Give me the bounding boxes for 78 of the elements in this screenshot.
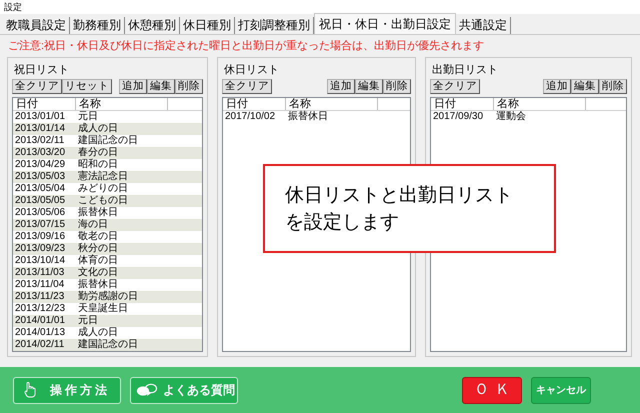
- toolbar-button[interactable]: 全クリア: [430, 79, 480, 94]
- column-header[interactable]: 名称: [494, 98, 586, 110]
- table-cell-text: 昭和の日: [77, 159, 119, 170]
- panel-title: 休日リスト: [223, 63, 280, 78]
- column-header[interactable]: 日付: [223, 98, 286, 110]
- callout-text: 休日リストと出勤日リスト を設定します: [285, 184, 514, 234]
- table-cell-text: 2013/11/23: [14, 291, 66, 303]
- table-cell-text: 振替休日: [287, 111, 329, 123]
- table-cell-text: 2013/12/23: [14, 303, 66, 315]
- table-cell-text: 2014/02/11: [14, 339, 66, 351]
- table-cell-text: 建国記念の日: [77, 339, 139, 351]
- table-cell-text: 海の日: [77, 219, 109, 230]
- table-cell-text: 元日: [77, 111, 99, 122]
- table-cell-text: 体育の日: [77, 255, 119, 266]
- table-cell-text: 振替休日: [77, 279, 119, 290]
- table-cell-text: 2013/01/01: [14, 111, 66, 123]
- notice-text: ご注意:祝日・休日及び休日に指定された曜日と出勤日が重なった場合は、出勤日が優先されます: [7, 38, 486, 54]
- table-cell-text: 2013/11/04: [14, 279, 66, 291]
- table-cell-text: 天皇誕生日: [77, 303, 129, 315]
- tab[interactable]: 祝日・休日・出勤日設定: [314, 13, 456, 34]
- table-cell-text: 建国記念の日: [77, 135, 139, 147]
- table-cell-text: 2013/02/11: [14, 135, 66, 147]
- toolbar-button[interactable]: 編集: [355, 79, 383, 94]
- table-cell-text: 文化の日: [77, 267, 119, 278]
- table-cell-text: 2013/07/15: [14, 219, 66, 231]
- table-cell-text: 2013/05/04: [14, 183, 66, 195]
- table-cell-text: 2017/10/02: [224, 111, 276, 123]
- table-cell-text: 2013/09/23: [14, 243, 66, 255]
- toolbar-button[interactable]: リセット: [62, 79, 112, 94]
- table-cell-text: 春分の日: [77, 147, 119, 158]
- panel-title: 出勤日リスト: [431, 63, 499, 78]
- column-header[interactable]: 名称: [76, 98, 168, 110]
- table-cell-text: 2013/05/03: [14, 171, 66, 183]
- table-cell-text: 2013/04/29: [14, 159, 66, 171]
- window-title: 設定: [4, 2, 22, 12]
- table-cell-text: 元日: [77, 315, 99, 326]
- table-cell-text: 秋分の日: [77, 243, 119, 254]
- table-cell-text: 憲法記念日: [77, 171, 129, 183]
- tab[interactable]: 休憩種別: [125, 17, 180, 34]
- table-cell-text: 2014/01/13: [14, 327, 66, 339]
- table-cell-text: こどもの日: [77, 195, 129, 206]
- toolbar-button[interactable]: 削除: [599, 79, 627, 94]
- ok-button[interactable]: ＯＫ: [462, 376, 522, 404]
- tab[interactable]: 共通設定: [456, 17, 511, 34]
- table-cell-text: 2017/09/30: [432, 111, 484, 123]
- tab[interactable]: 勤務種別: [70, 17, 125, 34]
- speech-bubbles-icon: [136, 383, 158, 397]
- column-header[interactable]: 日付: [431, 98, 494, 110]
- table-cell-text: 成人の日: [77, 327, 119, 338]
- column-header[interactable]: 名称: [286, 98, 378, 110]
- table-cell-text: 運動会: [495, 111, 527, 123]
- toolbar-button[interactable]: 編集: [147, 79, 175, 94]
- toolbar-button[interactable]: 削除: [175, 79, 203, 94]
- panel-title: 祝日リスト: [13, 63, 70, 78]
- toolbar-button[interactable]: 追加: [119, 79, 147, 94]
- table-cell-text: 振替休日: [77, 207, 119, 219]
- table-cell-text: 成人の日: [77, 123, 119, 134]
- tab[interactable]: 休日種別: [180, 17, 235, 34]
- tab[interactable]: 教職員設定: [3, 17, 70, 34]
- table-cell-text: みどりの日: [77, 183, 129, 195]
- table-cell-text: 2013/01/14: [14, 123, 66, 135]
- table-cell-text: 勤労感謝の日: [77, 291, 139, 302]
- toolbar-button[interactable]: 全クリア: [12, 79, 62, 94]
- toolbar-button[interactable]: 削除: [383, 79, 411, 94]
- table-cell-text: 2013/05/06: [14, 207, 66, 219]
- toolbar-button[interactable]: 全クリア: [222, 79, 272, 94]
- table-cell-text: 2013/10/14: [14, 255, 66, 267]
- table-cell-text: 2013/11/03: [14, 267, 66, 279]
- toolbar-button[interactable]: 追加: [543, 79, 571, 94]
- table-cell-text: 2013/09/16: [14, 231, 66, 243]
- table-cell-text: 2014/01/01: [14, 315, 66, 327]
- table-cell-text: 2013/03/20: [14, 147, 66, 159]
- table-cell-text: 敬老の日: [77, 231, 119, 242]
- table-cell-text: 2013/05/05: [14, 195, 66, 207]
- toolbar-button[interactable]: 編集: [571, 79, 599, 94]
- pointing-hand-icon: [24, 382, 36, 398]
- toolbar-button[interactable]: 追加: [327, 79, 355, 94]
- column-header[interactable]: 日付: [13, 98, 76, 110]
